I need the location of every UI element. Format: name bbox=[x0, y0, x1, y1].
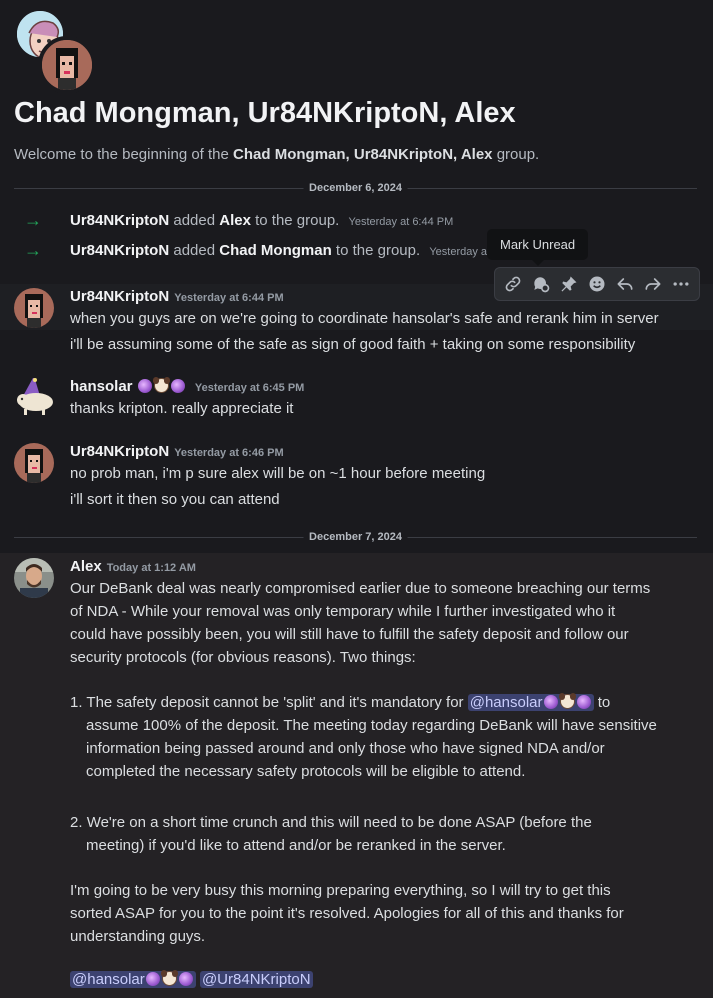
forward-icon bbox=[645, 278, 661, 290]
timestamp[interactable]: Yesterday at 6:44 PM bbox=[174, 292, 283, 304]
welcome-text: Welcome to the beginning of the Chad Mon… bbox=[14, 146, 540, 163]
group-avatar-secondary bbox=[38, 36, 96, 94]
reply-button[interactable] bbox=[611, 270, 639, 298]
system-message: → Ur84NKriptoN added Chad Mongman to the… bbox=[24, 240, 491, 260]
message-line: i'll sort it then so you can attend bbox=[70, 491, 280, 508]
crystal-ball-icon bbox=[137, 379, 152, 393]
message-line: Our DeBank deal was nearly compromised e… bbox=[70, 580, 651, 597]
dog-icon bbox=[558, 693, 576, 709]
date-divider-label: December 6, 2024 bbox=[303, 182, 408, 194]
date-divider-label: December 7, 2024 bbox=[303, 531, 408, 543]
system-target-name[interactable]: Chad Mongman bbox=[219, 242, 332, 259]
mentions-line: @hansolar @Ur84NKriptoN bbox=[70, 970, 313, 988]
timestamp[interactable]: Yesterday at bbox=[429, 246, 490, 258]
list-number: 2. bbox=[70, 814, 83, 831]
message-line: could have possibly been, you will still… bbox=[70, 626, 629, 643]
list-item: 2. We're on a short time crunch and this… bbox=[70, 814, 592, 831]
message-author[interactable]: Ur84NKriptoN Yesterday at 6:46 PM bbox=[70, 443, 284, 460]
list-item: 1. The safety deposit cannot be 'split' … bbox=[70, 693, 611, 711]
crystal-ball-icon bbox=[170, 379, 185, 393]
user-mention[interactable]: @hansolar bbox=[70, 970, 196, 988]
member-added-arrow-icon: → bbox=[24, 210, 42, 230]
user-mention[interactable]: @Ur84NKriptoN bbox=[199, 971, 313, 988]
pin-icon bbox=[561, 276, 577, 292]
pin-message-button[interactable] bbox=[555, 270, 583, 298]
add-reaction-icon bbox=[589, 276, 605, 292]
message-line: information being passed around and only… bbox=[86, 740, 605, 757]
message-action-toolbar bbox=[494, 267, 700, 301]
add-reaction-button[interactable] bbox=[583, 270, 611, 298]
mark-unread-tooltip: Mark Unread bbox=[487, 229, 589, 266]
message-line: thanks kripton. really appreciate it bbox=[70, 400, 294, 417]
more-options-button[interactable] bbox=[667, 270, 695, 298]
date-divider: December 7, 2024 bbox=[14, 531, 697, 543]
message-author[interactable]: Ur84NKriptoN Yesterday at 6:44 PM bbox=[70, 288, 284, 305]
system-actor-name[interactable]: Ur84NKriptoN bbox=[70, 212, 169, 229]
crystal-ball-icon bbox=[178, 972, 193, 986]
message-line: meeting) if you'd like to attend and/or … bbox=[86, 837, 506, 854]
dog-icon bbox=[152, 377, 170, 393]
message-line: sorted ASAP for you to the point it's re… bbox=[70, 905, 624, 922]
reply-icon bbox=[617, 278, 633, 290]
list-number: 1. bbox=[70, 694, 83, 711]
member-added-arrow-icon: → bbox=[24, 240, 42, 260]
message-author[interactable]: Alex Today at 1:12 AM bbox=[70, 558, 196, 575]
crystal-ball-icon bbox=[543, 695, 558, 709]
timestamp[interactable]: Today at 1:12 AM bbox=[107, 562, 196, 574]
message-line: no prob man, i'm p sure alex will be on … bbox=[70, 465, 486, 482]
message-line: when you guys are on we're going to coor… bbox=[70, 310, 659, 327]
avatar[interactable] bbox=[14, 376, 54, 418]
dog-icon bbox=[160, 970, 178, 986]
avatar[interactable] bbox=[14, 288, 54, 328]
message-line: I'm going to be very busy this morning p… bbox=[70, 882, 611, 899]
message-line: assume 100% of the deposit. The meeting … bbox=[86, 717, 657, 734]
forward-button[interactable] bbox=[639, 270, 667, 298]
message-line: understanding guys. bbox=[70, 928, 206, 945]
message-line: i'll be assuming some of the safe as sig… bbox=[70, 336, 636, 353]
page-title: Chad Mongman, Ur84NKriptoN, Alex bbox=[14, 97, 516, 129]
more-icon bbox=[673, 282, 689, 286]
date-divider: December 6, 2024 bbox=[14, 182, 697, 194]
system-actor-name[interactable]: Ur84NKriptoN bbox=[70, 242, 169, 259]
thread-icon bbox=[534, 277, 550, 293]
timestamp[interactable]: Yesterday at 6:45 PM bbox=[195, 382, 304, 394]
mark-unread-button[interactable] bbox=[527, 270, 555, 298]
avatar[interactable] bbox=[14, 558, 54, 598]
message-line: of NDA - While your removal was only tem… bbox=[70, 603, 616, 620]
system-message: → Ur84NKriptoN added Alex to the group. … bbox=[24, 210, 454, 230]
message-line: security protocols (for obvious reasons)… bbox=[70, 649, 416, 666]
link-icon bbox=[505, 276, 521, 292]
user-mention[interactable]: @hansolar bbox=[467, 693, 594, 711]
message-author[interactable]: hansolar Yesterday at 6:45 PM bbox=[70, 377, 304, 395]
system-target-name[interactable]: Alex bbox=[219, 212, 251, 229]
avatar[interactable] bbox=[14, 443, 54, 483]
timestamp[interactable]: Yesterday at 6:46 PM bbox=[174, 447, 283, 459]
message-line: completed the necessary safety protocols… bbox=[86, 763, 526, 780]
timestamp[interactable]: Yesterday at 6:44 PM bbox=[349, 216, 454, 228]
crystal-ball-icon bbox=[145, 972, 160, 986]
copy-link-button[interactable] bbox=[499, 270, 527, 298]
crystal-ball-icon bbox=[576, 695, 591, 709]
